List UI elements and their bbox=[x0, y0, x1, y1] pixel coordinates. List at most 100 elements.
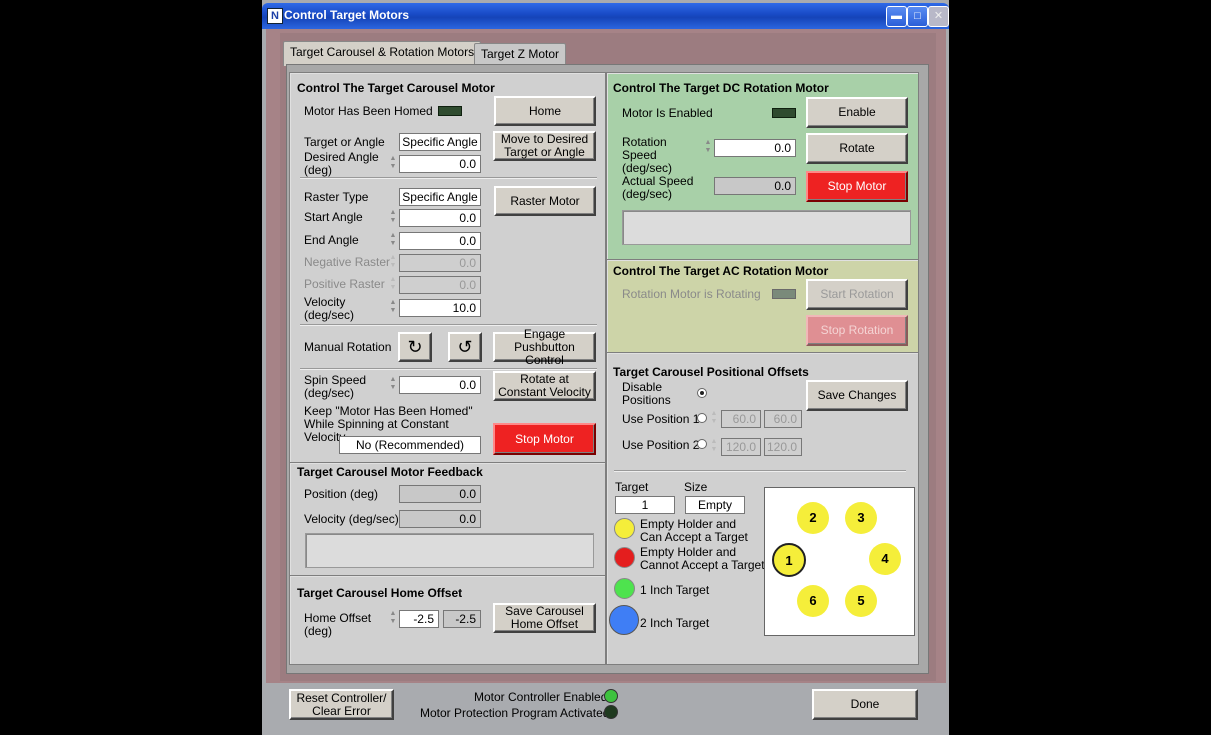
rotate-ccw-button[interactable]: ↺ bbox=[448, 332, 482, 362]
ac-stop-button[interactable]: Stop Rotation bbox=[806, 315, 908, 346]
separator bbox=[300, 324, 597, 326]
green-target-icon bbox=[614, 578, 635, 599]
position1-spinner: ▲ ▼ bbox=[710, 410, 718, 425]
tab-z-motor[interactable]: Target Z Motor bbox=[474, 43, 567, 64]
ac-rotating-label: Rotation Motor is Rotating bbox=[622, 287, 761, 301]
dc-enabled-label: Motor Is Enabled bbox=[622, 106, 713, 120]
ac-motor-title: Control The Target AC Rotation Motor bbox=[613, 264, 829, 278]
carousel-panel-title: Control The Target Carousel Motor bbox=[297, 81, 495, 95]
raster-type-label: Raster Type bbox=[304, 190, 369, 204]
position1-value-a: 60.0 bbox=[721, 410, 761, 428]
carousel-slot-4[interactable]: 4 bbox=[869, 543, 901, 575]
home-offset-input[interactable]: -2.5 bbox=[399, 610, 439, 628]
desired-angle-label: Desired Angle (deg) bbox=[304, 150, 379, 177]
dc-speed-input[interactable]: 0.0 bbox=[714, 139, 796, 157]
rotate-ccw-icon: ↺ bbox=[457, 336, 473, 357]
home-offset-spinner[interactable]: ▲ ▼ bbox=[389, 610, 397, 628]
dc-stop-button[interactable]: Stop Motor bbox=[806, 171, 908, 202]
negative-raster-spinner: ▲ ▼ bbox=[389, 254, 397, 269]
red-holder-icon bbox=[614, 547, 635, 568]
dc-rotate-button[interactable]: Rotate bbox=[806, 133, 908, 164]
ac-start-button[interactable]: Start Rotation bbox=[806, 279, 908, 310]
carousel-slot-5[interactable]: 5 bbox=[845, 585, 877, 617]
dc-speed-spinner[interactable]: ▲ ▼ bbox=[704, 139, 712, 157]
dc-enable-button[interactable]: Enable bbox=[806, 97, 908, 128]
disable-positions-radio[interactable] bbox=[697, 388, 707, 398]
offsets-title: Target Carousel Positional Offsets bbox=[613, 365, 809, 379]
positive-raster-spinner: ▲ ▼ bbox=[389, 276, 397, 291]
close-icon[interactable]: ✕ bbox=[928, 6, 949, 27]
save-changes-button[interactable]: Save Changes bbox=[806, 380, 908, 411]
feedback-position-value: 0.0 bbox=[399, 485, 481, 503]
carousel-stop-button[interactable]: Stop Motor bbox=[493, 423, 596, 455]
home-offset-label: Home Offset (deg) bbox=[304, 611, 372, 638]
homed-led bbox=[438, 106, 462, 116]
minimize-icon[interactable]: ▬ bbox=[886, 6, 907, 27]
carousel-slot-6[interactable]: 6 bbox=[797, 585, 829, 617]
rotate-cw-icon: ↻ bbox=[407, 336, 423, 357]
maximize-icon[interactable]: □ bbox=[907, 6, 928, 27]
carousel-slot-2[interactable]: 2 bbox=[797, 502, 829, 534]
reset-controller-button[interactable]: Reset Controller/ Clear Error bbox=[289, 689, 394, 720]
dc-status-display bbox=[622, 210, 911, 245]
dc-actual-value: 0.0 bbox=[714, 177, 796, 195]
dc-speed-label: Rotation Speed (deg/sec) bbox=[622, 135, 673, 175]
dc-actual-label: Actual Speed (deg/sec) bbox=[622, 174, 694, 201]
position1-value-b: 60.0 bbox=[764, 410, 802, 428]
position1-label: Use Position 1 bbox=[622, 412, 700, 426]
position2-value-b: 120.0 bbox=[764, 438, 802, 456]
velocity-spinner[interactable]: ▲ ▼ bbox=[389, 299, 397, 317]
legend-empty-cannot: Empty Holder and Cannot Accept a Target bbox=[640, 545, 765, 572]
position1-radio[interactable] bbox=[697, 413, 707, 423]
app-icon: N bbox=[267, 8, 283, 24]
target-label: Target bbox=[615, 480, 649, 494]
feedback-velocity-label: Velocity (deg/sec) bbox=[304, 512, 399, 526]
spin-speed-input[interactable]: 0.0 bbox=[399, 376, 481, 394]
controller-enabled-led bbox=[604, 689, 618, 703]
tab-carousel-rotation[interactable]: Target Carousel & Rotation Motors bbox=[283, 41, 482, 66]
raster-type-select[interactable]: Specific Angle bbox=[399, 188, 481, 206]
separator bbox=[300, 368, 597, 370]
target-or-angle-select[interactable]: Specific Angle bbox=[399, 133, 481, 151]
end-angle-spinner[interactable]: ▲ ▼ bbox=[389, 232, 397, 250]
spin-speed-label: Spin Speed (deg/sec) bbox=[304, 373, 367, 400]
start-angle-label: Start Angle bbox=[304, 210, 363, 224]
size-value: Empty bbox=[685, 496, 745, 514]
spin-speed-spinner[interactable]: ▲ ▼ bbox=[389, 376, 397, 394]
rotate-constant-button[interactable]: Rotate at Constant Velocity bbox=[493, 371, 596, 401]
raster-motor-button[interactable]: Raster Motor bbox=[494, 186, 596, 216]
homed-label: Motor Has Been Homed bbox=[304, 104, 433, 118]
negative-raster-label: Negative Raster bbox=[304, 255, 391, 269]
separator bbox=[300, 177, 597, 179]
feedback-position-label: Position (deg) bbox=[304, 487, 379, 501]
done-button[interactable]: Done bbox=[812, 689, 918, 720]
keep-homed-select[interactable]: No (Recommended) bbox=[339, 436, 481, 454]
title-bar: N Control Target Motors ▬ □ ✕ bbox=[262, 3, 949, 29]
desired-angle-input[interactable]: 0.0 bbox=[399, 155, 481, 173]
position2-value-a: 120.0 bbox=[721, 438, 761, 456]
legend-empty-accept: Empty Holder and Can Accept a Target bbox=[640, 517, 748, 544]
carousel-slot-1[interactable]: 1 bbox=[772, 543, 806, 577]
move-to-target-button[interactable]: Move to Desired Target or Angle bbox=[493, 131, 596, 161]
home-button[interactable]: Home bbox=[494, 96, 596, 126]
end-angle-input[interactable]: 0.0 bbox=[399, 232, 481, 250]
start-angle-spinner[interactable]: ▲ ▼ bbox=[389, 209, 397, 227]
position2-label: Use Position 2 bbox=[622, 438, 700, 452]
target-value: 1 bbox=[615, 496, 675, 514]
blue-target-icon bbox=[609, 605, 639, 635]
manual-rotation-label: Manual Rotation bbox=[304, 340, 392, 354]
feedback-status-display bbox=[305, 533, 594, 568]
positive-raster-label: Positive Raster bbox=[304, 277, 385, 291]
velocity-input[interactable]: 10.0 bbox=[399, 299, 481, 317]
position2-radio[interactable] bbox=[697, 439, 707, 449]
desired-angle-spinner[interactable]: ▲ ▼ bbox=[389, 155, 397, 173]
save-home-offset-button[interactable]: Save Carousel Home Offset bbox=[493, 603, 596, 633]
carousel-slot-3[interactable]: 3 bbox=[845, 502, 877, 534]
legend-2inch: 2 Inch Target bbox=[640, 616, 710, 630]
separator bbox=[614, 470, 906, 472]
rotate-cw-button[interactable]: ↻ bbox=[398, 332, 432, 362]
start-angle-input[interactable]: 0.0 bbox=[399, 209, 481, 227]
engage-pushbutton-button[interactable]: Engage Pushbutton Control bbox=[493, 327, 596, 366]
yellow-holder-icon bbox=[614, 518, 635, 539]
end-angle-label: End Angle bbox=[304, 233, 359, 247]
